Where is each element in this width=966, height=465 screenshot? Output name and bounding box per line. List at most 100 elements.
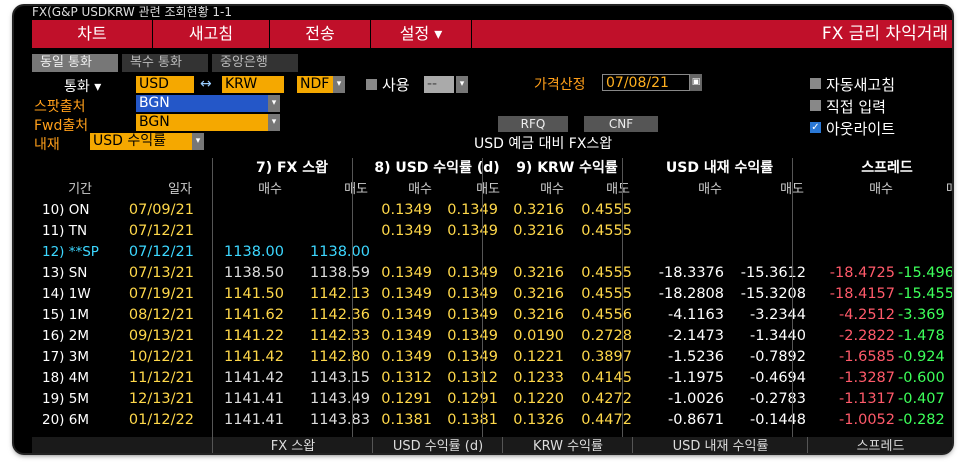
- cell-fxa: [284, 221, 370, 242]
- menu-chart[interactable]: 차트: [32, 20, 153, 48]
- cell-tenor: 14) 1W: [42, 286, 91, 302]
- table-row[interactable]: 12) **SP 07/12/21 1138.00 1138.00: [32, 242, 952, 263]
- use-dropdown-icon[interactable]: ▾: [456, 76, 468, 93]
- cnf-button[interactable]: CNF: [584, 116, 658, 132]
- table-row[interactable]: 17) 3M 10/12/21 1141.42 1142.80 0.1349 0.1349…: [32, 347, 952, 368]
- auto-refresh-checkbox[interactable]: [810, 78, 821, 89]
- cell-tenor: 19) 5M: [42, 391, 89, 407]
- implied-dropdown-icon[interactable]: ▾: [192, 133, 204, 150]
- cell-impb: -4.1163: [668, 307, 724, 323]
- table-row[interactable]: 18) 4M 11/12/21 1141.42 1143.15 0.1312 0.1312…: [32, 368, 952, 389]
- table-row[interactable]: 20) 6M 01/12/22 1141.41 1143.83 0.1381 0.1381…: [32, 410, 952, 431]
- cell-spb: [807, 221, 895, 242]
- cell-spb: -18.4157: [829, 286, 895, 302]
- ccy1-field[interactable]: USD: [136, 76, 194, 93]
- ndf-dropdown-icon[interactable]: ▾: [333, 76, 345, 93]
- menu-send[interactable]: 전송: [270, 20, 371, 48]
- table-row[interactable]: 19) 5M 12/13/21 1141.41 1143.49 0.1291 0.1291…: [32, 389, 952, 410]
- fwd-source-dropdown-icon[interactable]: ▾: [268, 114, 280, 131]
- sub-header-0: 기간: [68, 182, 92, 197]
- cell-impa: [724, 200, 806, 221]
- currency-label[interactable]: 통화 ▾: [64, 76, 101, 96]
- sub-header-4: 매수: [408, 182, 432, 197]
- cell-usdb: [372, 242, 432, 263]
- cell-impb: [632, 221, 724, 242]
- cell-fxa: 1142.36: [310, 307, 370, 323]
- cell-date: 07/19/21: [128, 286, 194, 302]
- cell-usda: 0.1349: [447, 286, 498, 302]
- hdr-fx-swap[interactable]: 7) FX 스왑: [212, 158, 372, 179]
- calendar-icon[interactable]: ▣: [690, 74, 702, 91]
- hdr-spread[interactable]: 스프레드: [807, 158, 952, 179]
- cell-usda: 0.1349: [447, 349, 498, 365]
- table-row[interactable]: 14) 1W 07/19/21 1141.50 1142.13 0.1349 0.1349…: [32, 284, 952, 305]
- tab-multi-currency[interactable]: 복수 통화: [122, 54, 210, 72]
- table-row[interactable]: 10) ON 07/09/21 0.1349 0.1349 0.3216 0.4555: [32, 200, 952, 221]
- divider: [622, 158, 623, 453]
- table-row[interactable]: 13) SN 07/13/21 1138.50 1138.59 0.1349 0.1349…: [32, 263, 952, 284]
- footer-usd-implied[interactable]: USD 내재 수익률: [632, 437, 808, 453]
- tab-central-bank[interactable]: 중앙은행: [212, 54, 300, 72]
- footer-usd-yield[interactable]: USD 수익률 (d): [372, 437, 503, 453]
- cell-krwb: 0.3216: [513, 202, 564, 218]
- implied-field[interactable]: USD 수익률: [90, 133, 192, 150]
- footer-krw-yield[interactable]: KRW 수익률: [502, 437, 633, 453]
- cell-usdb: 0.1349: [381, 307, 432, 323]
- app-title: FX 금리 차익거래: [821, 24, 948, 44]
- cell-fxa: 1142.33: [310, 328, 370, 344]
- cell-usdb: 0.1291: [381, 391, 432, 407]
- outline-checkbox[interactable]: ✓: [810, 122, 821, 133]
- fwd-source-field[interactable]: BGN: [136, 114, 268, 131]
- cell-spb: -1.6585: [839, 349, 895, 365]
- spot-source-field[interactable]: BGN: [136, 95, 268, 112]
- cell-spa: -0.282: [898, 412, 945, 428]
- cell-spb: -1.1317: [839, 391, 895, 407]
- cell-date: 07/13/21: [128, 265, 194, 281]
- spot-source-label: 스팟출처: [34, 99, 86, 115]
- table-row[interactable]: 15) 1M 08/12/21 1141.62 1142.36 0.1349 0.1349…: [32, 305, 952, 326]
- cell-krwb: [502, 242, 564, 263]
- cell-usda: 0.1349: [447, 328, 498, 344]
- footer-spread[interactable]: 스프레드: [807, 437, 952, 453]
- footer-fx-swap[interactable]: FX 스왑: [212, 437, 373, 453]
- cell-spa: -0.924: [898, 349, 945, 365]
- spot-source-dropdown-icon[interactable]: ▾: [268, 95, 280, 112]
- ccy2-field[interactable]: KRW: [222, 76, 284, 93]
- cell-fxa: [284, 200, 370, 221]
- cell-spa: -1.478: [898, 328, 945, 344]
- cell-impb: -18.2808: [658, 286, 724, 302]
- price-date-field[interactable]: 07/08/21: [602, 74, 690, 91]
- cell-spb: [807, 242, 895, 263]
- implied-label: 내재: [34, 137, 60, 153]
- table-row[interactable]: 11) TN 07/12/21 0.1349 0.1349 0.3216 0.4555: [32, 221, 952, 242]
- tab-same-currency[interactable]: 동일 통화: [32, 54, 120, 72]
- cell-tenor: 12) **SP: [42, 244, 99, 260]
- swap-arrow-icon[interactable]: ↔: [200, 76, 212, 92]
- cell-fxb: 1141.62: [224, 307, 284, 323]
- cell-fxa: 1142.13: [310, 286, 370, 302]
- menu-settings[interactable]: 설정 ▾: [371, 20, 472, 48]
- ndf-field[interactable]: NDF: [297, 76, 333, 93]
- use-checkbox[interactable]: [366, 79, 377, 90]
- cell-tenor: 20) 6M: [42, 412, 89, 428]
- cell-krwb: 0.3216: [513, 223, 564, 239]
- use-field[interactable]: --: [424, 76, 454, 93]
- menu-refresh[interactable]: 새고침: [153, 20, 270, 48]
- direct-input-checkbox[interactable]: [810, 100, 821, 111]
- cell-spa: -0.407: [898, 391, 945, 407]
- cell-date: 10/12/21: [128, 349, 194, 365]
- divider: [212, 158, 213, 453]
- hdr-krw-yield[interactable]: 9) KRW 수익률: [502, 158, 632, 179]
- cell-date: 09/13/21: [128, 328, 194, 344]
- cell-usda: 0.1349: [447, 265, 498, 281]
- cell-impb: -1.1975: [668, 370, 724, 386]
- cell-usda: [432, 242, 498, 263]
- screen-frame: FX(G&P USDKRW 관련 조회현황 1-1 차트 새고침 전송 설정 ▾…: [14, 6, 952, 453]
- hdr-usd-implied[interactable]: USD 내재 수익률: [632, 158, 807, 179]
- cell-impa: -15.3208: [740, 286, 806, 302]
- cell-tenor: 10) ON: [42, 202, 90, 218]
- use-label: 사용: [382, 76, 410, 94]
- divider: [792, 158, 793, 453]
- table-row[interactable]: 16) 2M 09/13/21 1141.22 1142.33 0.1349 0.1349…: [32, 326, 952, 347]
- rfq-button[interactable]: RFQ: [498, 116, 568, 132]
